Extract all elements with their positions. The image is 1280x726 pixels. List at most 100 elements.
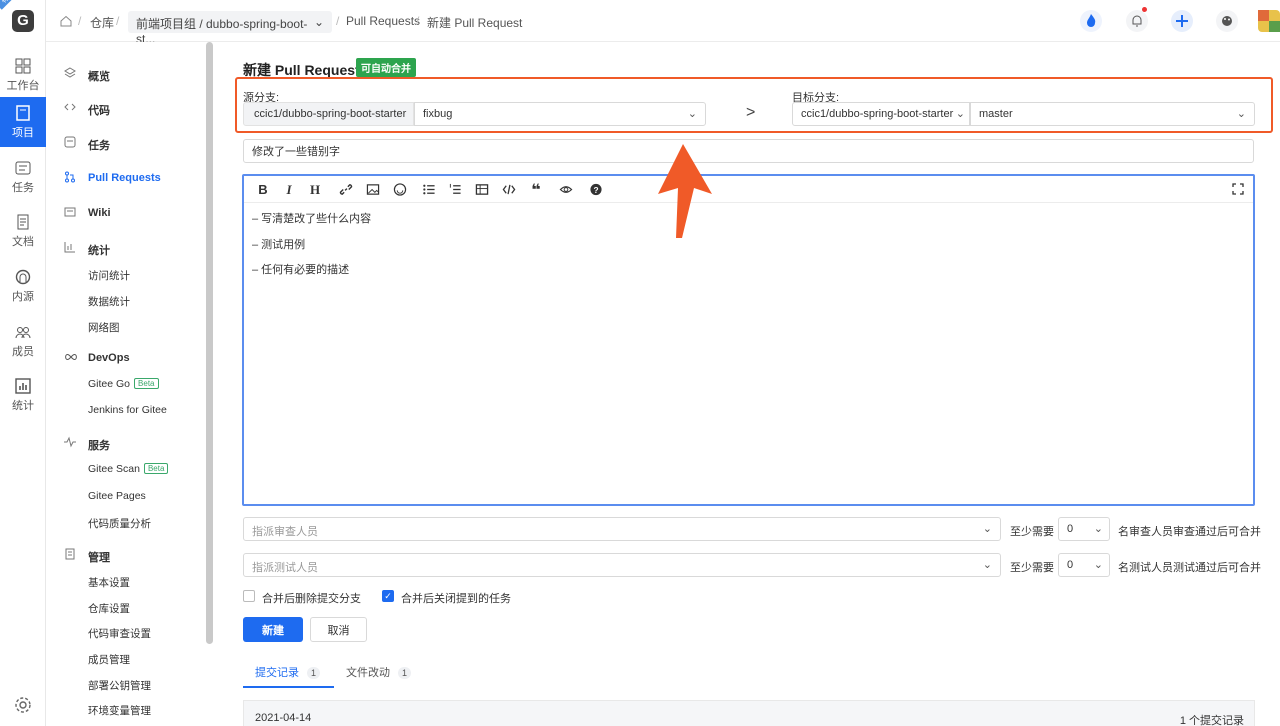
tester-count-select[interactable]: 0 ⌄	[1058, 553, 1110, 577]
flame-icon[interactable]	[1080, 10, 1102, 32]
cancel-button[interactable]: 取消	[310, 617, 367, 642]
rail-item-inner-source[interactable]: 内源	[0, 261, 46, 311]
infinity-icon	[65, 353, 77, 361]
avatar[interactable]	[1258, 10, 1280, 32]
sidebar-item-visit-stats[interactable]: 访问统计	[88, 268, 130, 283]
inner-source-icon	[15, 269, 31, 285]
link-icon[interactable]	[338, 183, 354, 196]
image-icon[interactable]	[365, 183, 381, 196]
sidebar-item-gitee-scan[interactable]: Gitee Scan Beta	[88, 463, 169, 475]
sidebar-item-network[interactable]: 网络图	[88, 320, 120, 335]
sidebar-group-manage[interactable]: 管理	[88, 549, 110, 565]
close-issues-checkbox[interactable]: ✓	[382, 590, 394, 602]
preview-eye-icon[interactable]	[558, 183, 574, 196]
top-bar: / 仓库 / 前端项目组 / dubbo-spring-boot-st... ⌄…	[46, 0, 1280, 46]
target-branch-select[interactable]: master ⌄	[970, 102, 1255, 126]
sidebar-item-tasks[interactable]: 任务	[88, 137, 110, 153]
emoji-icon[interactable]	[392, 183, 408, 196]
mergeable-badge: 可自动合并	[356, 58, 416, 77]
sidebar-item-repo-settings[interactable]: 仓库设置	[88, 601, 130, 616]
edition-tag: 标准	[0, 0, 22, 10]
breadcrumb-pulls[interactable]: Pull Requests	[346, 14, 420, 28]
target-repo-select[interactable]: ccic1/dubbo-spring-boot-starter ⌄	[792, 102, 970, 126]
sidebar-item-jenkins[interactable]: Jenkins for Gitee	[88, 404, 167, 416]
plus-icon[interactable]	[1171, 10, 1193, 32]
delete-branch-label[interactable]: 合并后删除提交分支	[262, 590, 361, 606]
sidebar-item-gitee-go[interactable]: Gitee Go Beta	[88, 378, 159, 390]
home-icon[interactable]	[60, 15, 72, 27]
chevron-down-icon: ⌄	[1093, 523, 1103, 535]
bullet-list-icon[interactable]	[421, 183, 437, 196]
grid-icon	[15, 58, 31, 74]
sidebar-item-code-quality[interactable]: 代码质量分析	[88, 516, 151, 531]
beta-badge: Beta	[134, 378, 159, 389]
target-repo-value: ccic1/dubbo-spring-boot-starter	[801, 108, 954, 120]
sidebar-group-services[interactable]: 服务	[88, 437, 110, 453]
description-editor[interactable]: B I H ❝ ? – 写清楚改了些什么内容 – 测试用例 – 任何有必要的描述	[242, 174, 1255, 506]
commit-count-text: 1 个提交记录	[1179, 715, 1244, 726]
reviewer-select[interactable]: 指派审查人员 ⌄	[243, 517, 1001, 541]
pr-title-input[interactable]	[243, 139, 1254, 163]
sidebar-item-members[interactable]: 成员管理	[88, 652, 130, 667]
breadcrumb-separator: /	[116, 14, 120, 28]
sidebar-item-pull-requests[interactable]: Pull Requests	[88, 172, 161, 184]
sidebar-group-stats[interactable]: 统计	[88, 242, 110, 258]
tester-select[interactable]: 指派测试人员 ⌄	[243, 553, 1001, 577]
sidebar-item-basic-settings[interactable]: 基本设置	[88, 575, 130, 590]
chevron-down-icon: ⌄	[1093, 559, 1103, 571]
sidebar-group-devops[interactable]: DevOps	[88, 352, 130, 364]
close-issues-label[interactable]: 合并后关闭提到的任务	[401, 590, 511, 606]
rail-item-stats[interactable]: 统计	[0, 370, 46, 420]
bold-icon[interactable]: B	[255, 182, 271, 197]
tab-file-changes[interactable]: 文件改动 1	[346, 664, 412, 680]
sidebar-item-gitee-pages[interactable]: Gitee Pages	[88, 490, 146, 502]
editor-line: – 任何有必要的描述	[252, 264, 350, 276]
source-branch-select[interactable]: fixbug ⌄	[414, 102, 706, 126]
numbered-list-icon[interactable]	[447, 183, 463, 196]
svg-text:?: ?	[593, 185, 598, 195]
sidebar-item-data-stats[interactable]: 数据统计	[88, 294, 130, 309]
fullscreen-icon[interactable]	[1230, 183, 1246, 195]
sidebar-scrollbar[interactable]	[206, 42, 213, 644]
stats-icon	[15, 378, 31, 394]
rail-item-docs[interactable]: 文档	[0, 206, 46, 256]
main-content: 新建 Pull Request 可自动合并 源分支: ccic1/dubbo-s…	[214, 42, 1280, 726]
sidebar-item-review-settings[interactable]: 代码审查设置	[88, 626, 151, 641]
reviewer-placeholder: 指派审查人员	[252, 526, 318, 538]
gitee-logo[interactable]: G	[12, 10, 34, 32]
editor-line: – 测试用例	[252, 239, 306, 251]
reviewer-count-select[interactable]: 0 ⌄	[1058, 517, 1110, 541]
rail-item-workbench[interactable]: 工作台	[0, 50, 46, 100]
help-icon[interactable]: ?	[588, 183, 604, 196]
sidebar-item-env-vars[interactable]: 环境变量管理	[88, 703, 151, 718]
rail-item-tasks[interactable]: 任务	[0, 152, 46, 202]
chevron-down-icon: ⌄	[982, 559, 992, 571]
rail-item-members[interactable]: 成员	[0, 316, 46, 366]
code-block-icon[interactable]	[501, 183, 517, 196]
commit-group-header: 2021-04-14 1 个提交记录	[243, 700, 1255, 726]
tab-commits[interactable]: 提交记录 1	[255, 664, 321, 680]
sidebar-item-overview[interactable]: 概览	[88, 68, 110, 84]
rail-item-projects[interactable]: 项目	[0, 97, 46, 147]
quote-icon[interactable]: ❝	[528, 180, 544, 200]
chart-icon	[64, 242, 75, 253]
sidebar-item-code[interactable]: 代码	[88, 102, 110, 118]
code-icon	[64, 103, 76, 111]
book-icon	[16, 105, 30, 121]
delete-branch-checkbox[interactable]	[243, 590, 255, 602]
settings-gear-icon[interactable]	[14, 696, 32, 714]
bell-icon[interactable]	[1126, 10, 1148, 32]
italic-icon[interactable]: I	[281, 182, 297, 198]
commit-date: 2021-04-14	[255, 712, 312, 724]
heading-icon[interactable]: H	[307, 182, 323, 198]
breadcrumb-repos[interactable]: 仓库	[90, 14, 114, 31]
sidebar-item-deploy-keys[interactable]: 部署公钥管理	[88, 678, 151, 693]
palette-icon[interactable]	[1216, 10, 1238, 32]
task-icon	[15, 161, 31, 175]
editor-line: – 写清楚改了些什么内容	[252, 213, 372, 225]
sidebar-item-wiki[interactable]: Wiki	[88, 207, 111, 219]
table-icon[interactable]	[474, 183, 490, 196]
chevron-down-icon: ⌄	[955, 108, 965, 120]
create-button[interactable]: 新建	[243, 617, 303, 642]
repo-selector[interactable]: 前端项目组 / dubbo-spring-boot-st... ⌄	[128, 11, 332, 46]
